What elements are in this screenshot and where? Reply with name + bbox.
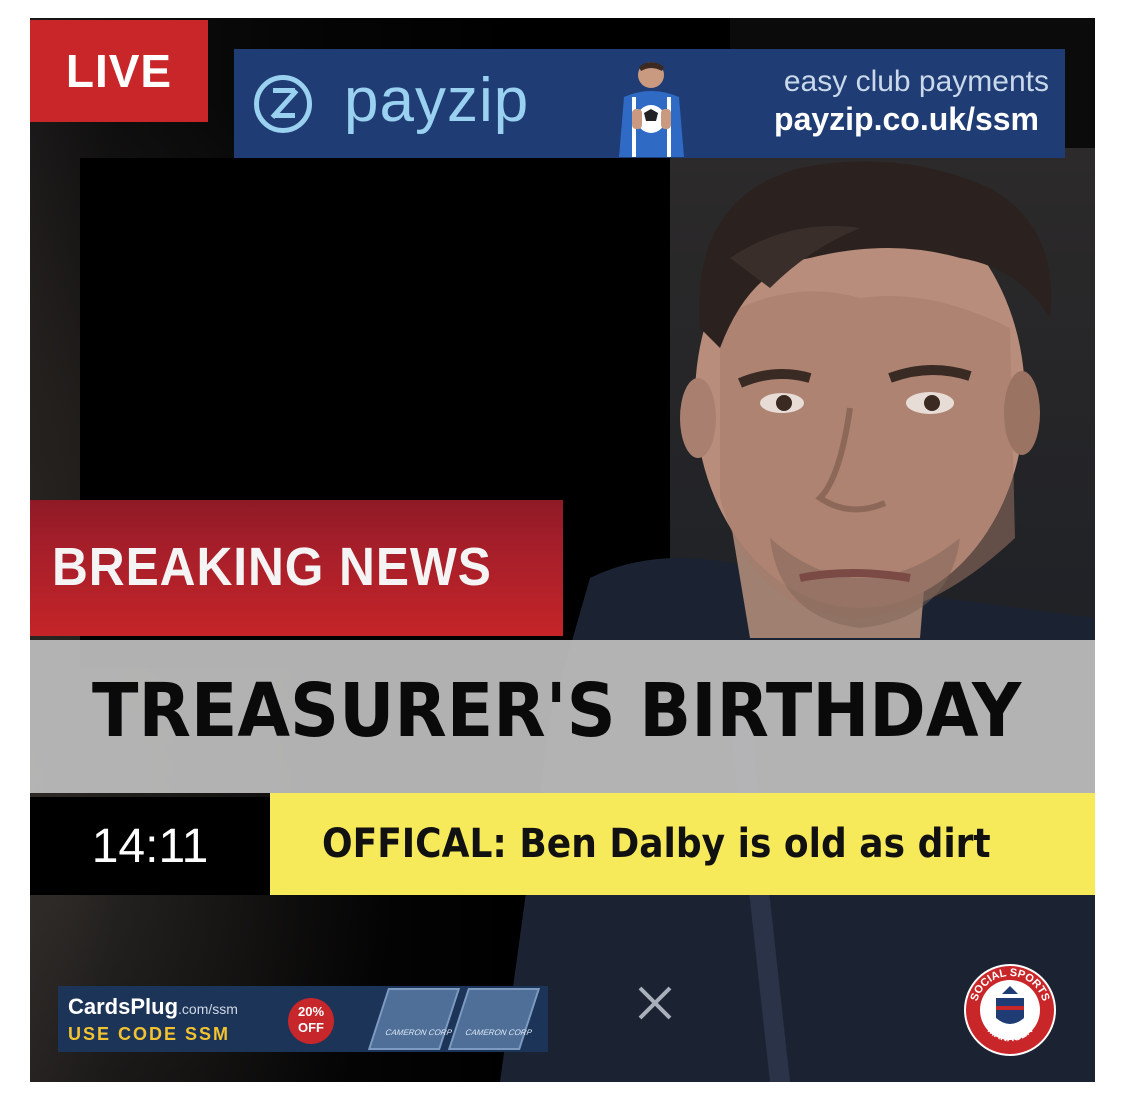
footballer-icon (619, 62, 684, 157)
breaking-news-banner: BREAKING NEWS (30, 500, 563, 636)
payzip-url[interactable]: payzip.co.uk/ssm (714, 101, 1039, 138)
payzip-sponsor-banner[interactable]: payzip easy club payments payzip.co.uk/s… (234, 49, 1065, 158)
ticker-bar: OFFICAL: Ben Dalby is old as dirt (270, 793, 1095, 895)
ticker-time: 14:11 (30, 797, 270, 895)
cardsplug-sponsor-banner[interactable]: CardsPlug.com/ssm USE CODE SSM 20% OFF CA… (58, 986, 548, 1052)
player-card-1: CAMERON CORP (367, 988, 461, 1050)
payzip-brand: payzip (344, 66, 530, 135)
discount-percent: 20% (297, 1004, 325, 1019)
news-graphic-frame: LIVE payzip easy club payments payzip.co… (30, 18, 1095, 1082)
headline-text: TREASURER'S BIRTHDAY (92, 668, 1022, 754)
player-card-1-name: CAMERON CORP (384, 1028, 454, 1037)
ticker-text: OFFICAL: Ben Dalby is old as dirt (322, 821, 991, 867)
cardsplug-brand-suffix: .com/ssm (178, 1001, 238, 1017)
payzip-logo-icon (254, 75, 312, 133)
player-card-2-name: CAMERON CORP (464, 1028, 534, 1037)
payzip-tagline: easy club payments (783, 65, 1049, 98)
cardsplug-brand-name: CardsPlug (68, 994, 179, 1019)
cardsplug-code: USE CODE SSM (68, 1024, 231, 1044)
discount-badge: 20% OFF (288, 998, 334, 1044)
headline-bar: TREASURER'S BIRTHDAY (30, 640, 1095, 793)
discount-word: OFF (298, 1020, 324, 1035)
breaking-news-label: BREAKING NEWS (52, 537, 492, 597)
player-card-2: CAMERON CORP (447, 988, 541, 1050)
social-sports-manager-logo: SOCIAL SPORTS MANAGER (964, 964, 1056, 1056)
live-badge: LIVE (30, 20, 208, 122)
cardsplug-brand: CardsPlug.com/ssm (68, 994, 238, 1020)
